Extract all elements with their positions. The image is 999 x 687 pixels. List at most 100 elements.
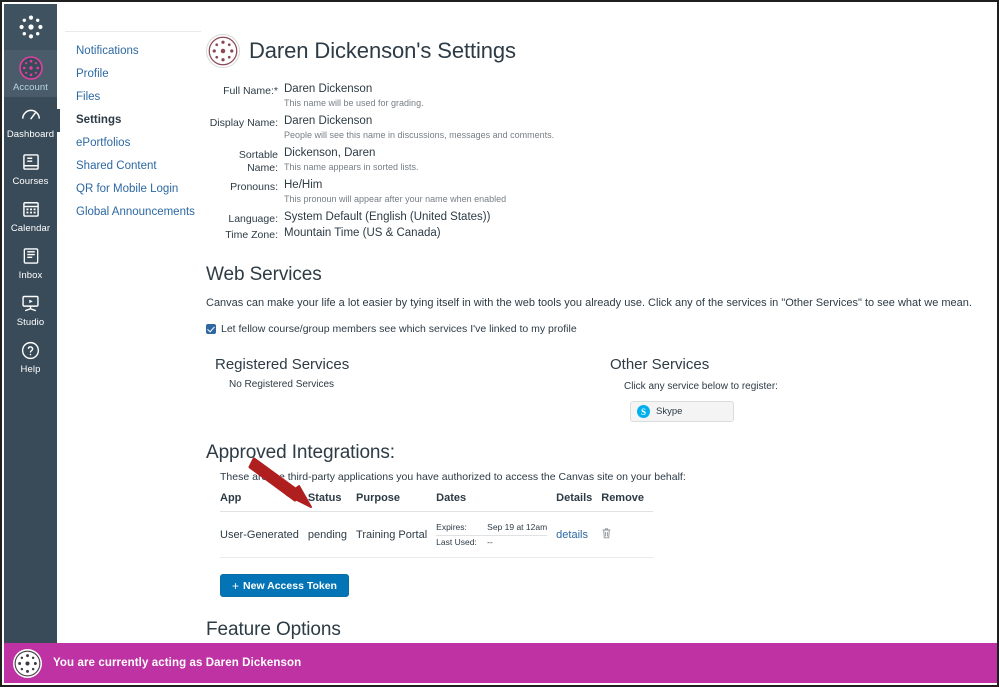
approved-integrations-table: App Status Purpose Dates Details Remove … xyxy=(220,492,654,558)
detail-label-full-name: Full Name:* xyxy=(223,85,278,97)
nav-item-help[interactable]: Help xyxy=(4,332,57,379)
subnav-item-notifications[interactable]: Notifications xyxy=(57,40,201,63)
detail-label-sortable-name: Sortable Name: xyxy=(238,149,278,174)
subnav-item-global-announcements[interactable]: Global Announcements xyxy=(57,201,201,224)
dates-row-last-used: Last Used: -- xyxy=(436,536,547,548)
skype-icon: S xyxy=(637,405,650,418)
subnav-item-shared-content[interactable]: Shared Content xyxy=(57,155,201,178)
nav-item-dashboard[interactable]: Dashboard xyxy=(4,97,57,144)
cell-remove xyxy=(601,511,654,558)
main-content: Daren Dickenson's Settings Full Name:* D… xyxy=(202,4,997,647)
pronouns-value: He/Him xyxy=(284,179,323,191)
column-details: Details xyxy=(556,492,602,512)
studio-icon xyxy=(20,290,41,316)
masquerade-avatar xyxy=(13,648,42,678)
calendar-icon xyxy=(21,196,41,222)
share-services-checkbox-row[interactable]: Let fellow course/group members see whic… xyxy=(206,322,975,336)
nav-label-inbox: Inbox xyxy=(18,270,43,281)
trash-icon[interactable] xyxy=(601,527,612,539)
inbox-icon xyxy=(21,243,41,269)
web-services-description: Canvas can make your life a lot easier b… xyxy=(206,297,972,309)
subnav-item-eportfolios[interactable]: ePortfolios xyxy=(57,132,201,155)
browser-page: Account Dashboard Courses Calendar Inbox… xyxy=(0,0,999,687)
canvas-logo-button[interactable] xyxy=(4,4,57,50)
nav-item-courses[interactable]: Courses xyxy=(4,144,57,191)
nav-label-account: Account xyxy=(12,82,49,93)
column-status: Status xyxy=(307,492,357,512)
help-icon xyxy=(20,337,41,363)
user-avatar-icon xyxy=(18,55,43,81)
plus-icon: + xyxy=(232,578,240,593)
display-name-value: Daren Dickenson xyxy=(284,115,373,127)
context-sub-navigation: Notifications Profile Files Settings ePo… xyxy=(57,4,202,647)
registered-services-heading: Registered Services xyxy=(215,356,350,373)
full-name-hint: This name will be used for grading. xyxy=(284,98,424,108)
detail-value-full-name: Daren Dickenson This name will be used f… xyxy=(284,82,975,114)
table-header: App Status Purpose Dates Details Remove xyxy=(220,492,654,512)
table-row: User-Generated pending Training Portal E… xyxy=(220,511,654,558)
new-access-token-label: New Access Token xyxy=(243,579,337,592)
nav-label-studio: Studio xyxy=(16,317,45,328)
dates-label-last-used: Last Used: xyxy=(436,537,477,547)
service-chip-skype[interactable]: S Skype xyxy=(630,401,734,422)
detail-label-time-zone: Time Zone: xyxy=(225,229,278,241)
subnav-item-profile[interactable]: Profile xyxy=(57,63,201,86)
masquerade-bar: You are currently acting as Daren Dicken… xyxy=(4,643,997,683)
detail-value-pronouns: He/Him This pronoun will appear after yo… xyxy=(284,178,975,210)
global-navigation: Account Dashboard Courses Calendar Inbox… xyxy=(4,4,57,647)
cell-details: details xyxy=(556,511,602,558)
share-services-checkbox[interactable] xyxy=(206,324,216,334)
detail-label-display-name: Display Name: xyxy=(209,117,278,129)
user-avatar-icon xyxy=(14,650,41,676)
other-services-heading: Other Services xyxy=(610,356,710,373)
nav-item-inbox[interactable]: Inbox xyxy=(4,238,57,285)
column-remove: Remove xyxy=(601,492,654,512)
user-details-list: Full Name:* Daren Dickenson This name wi… xyxy=(206,82,975,242)
registered-services-empty: No Registered Services xyxy=(229,379,335,390)
page-header: Daren Dickenson's Settings xyxy=(206,34,975,68)
detail-value-time-zone: Mountain Time (US & Canada) xyxy=(284,226,975,242)
subnav-item-qr-for-mobile-login[interactable]: QR for Mobile Login xyxy=(57,178,201,201)
dashboard-icon xyxy=(20,102,42,128)
avatar xyxy=(206,34,240,68)
nav-item-account[interactable]: Account xyxy=(4,50,57,97)
nav-label-calendar: Calendar xyxy=(10,223,51,234)
dates-mini-table: Expires: Sep 19 at 12am Last Used: -- xyxy=(436,521,548,548)
sortable-name-value: Dickenson, Daren xyxy=(284,147,376,159)
column-app: App xyxy=(220,492,308,512)
canvas-logo-icon xyxy=(19,15,42,39)
cell-purpose: Training Portal xyxy=(356,511,437,558)
feature-options-heading: Feature Options xyxy=(206,619,341,640)
approved-integrations-heading: Approved Integrations: xyxy=(206,442,395,463)
cell-dates: Expires: Sep 19 at 12am Last Used: -- xyxy=(436,511,557,558)
dates-row-expires: Expires: Sep 19 at 12am xyxy=(436,521,548,536)
dates-value-expires: Sep 19 at 12am xyxy=(487,522,548,532)
details-link[interactable]: details xyxy=(556,529,588,541)
display-name-hint: People will see this name in discussions… xyxy=(284,130,555,140)
nav-item-studio[interactable]: Studio xyxy=(4,285,57,332)
detail-value-display-name: Daren Dickenson People will see this nam… xyxy=(284,114,975,146)
services-columns: Registered Services No Registered Servic… xyxy=(206,356,975,422)
nav-label-courses: Courses xyxy=(12,176,49,187)
detail-value-sortable-name: Dickenson, Daren This name appears in so… xyxy=(284,146,975,178)
dates-label-expires: Expires: xyxy=(436,522,467,532)
courses-icon xyxy=(21,149,41,175)
user-avatar-icon xyxy=(208,36,238,66)
nav-label-dashboard: Dashboard xyxy=(6,129,55,140)
time-zone-value: Mountain Time (US & Canada) xyxy=(284,227,441,239)
dates-value-last-used: -- xyxy=(487,537,493,547)
nav-item-calendar[interactable]: Calendar xyxy=(4,191,57,238)
new-access-token-button[interactable]: + New Access Token xyxy=(220,574,349,597)
masquerade-message: You are currently acting as Daren Dicken… xyxy=(53,657,302,669)
subnav-item-settings[interactable]: Settings xyxy=(57,109,201,132)
full-name-value: Daren Dickenson xyxy=(284,83,373,95)
table-body: User-Generated pending Training Portal E… xyxy=(220,511,654,558)
cell-app: User-Generated xyxy=(220,511,308,558)
other-services-note: Click any service below to register: xyxy=(624,381,778,392)
service-chip-skype-label: Skype xyxy=(656,406,683,417)
detail-label-pronouns: Pronouns: xyxy=(230,181,278,193)
subnav-item-files[interactable]: Files xyxy=(57,86,201,109)
nav-label-help: Help xyxy=(20,364,41,375)
subnav-divider xyxy=(65,31,201,32)
detail-label-language: Language: xyxy=(228,213,278,225)
